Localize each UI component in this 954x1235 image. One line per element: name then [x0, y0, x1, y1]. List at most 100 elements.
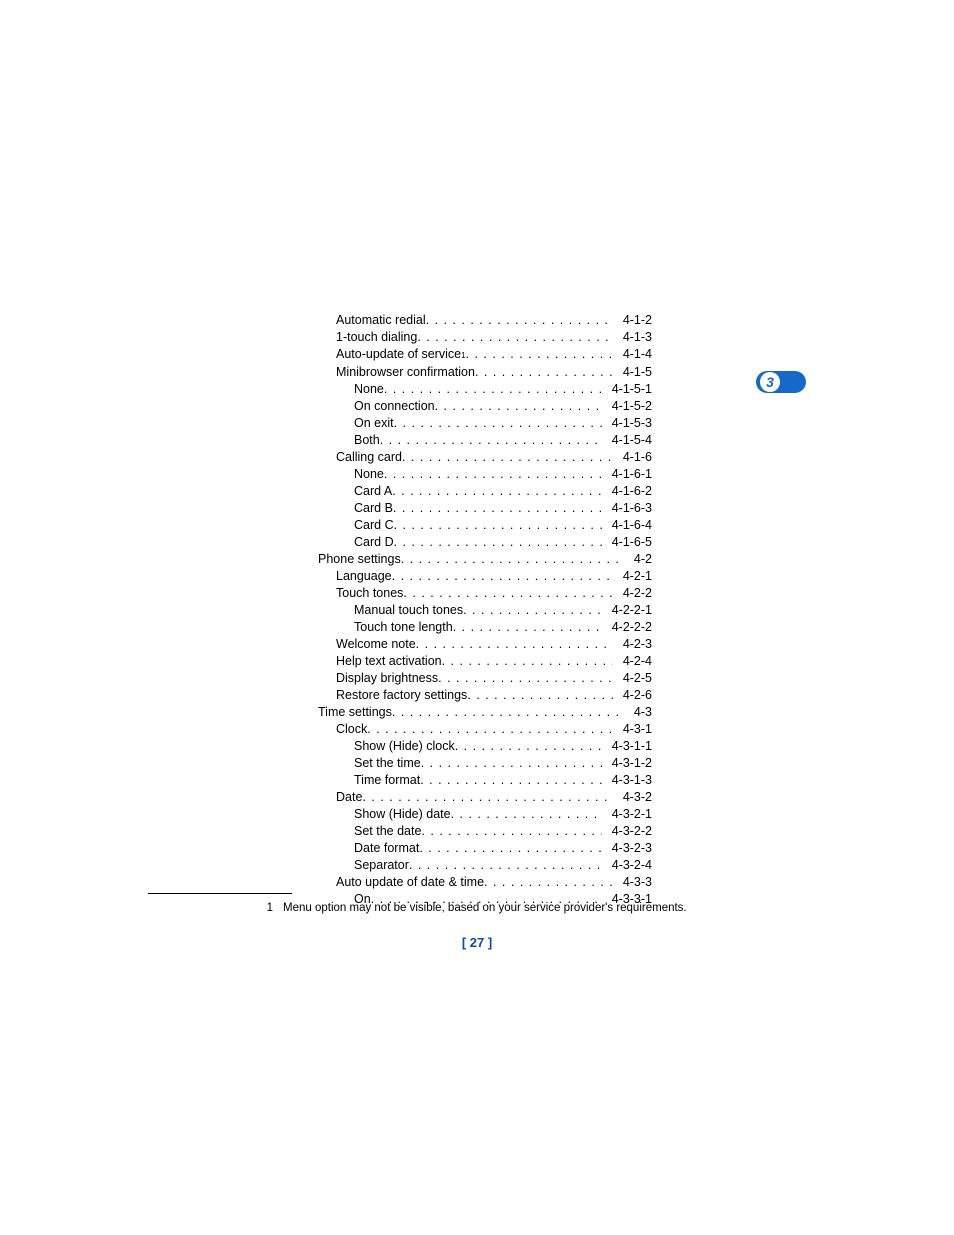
toc-leader: [392, 568, 613, 585]
toc-row: Auto update of date & time 4-3-3: [300, 874, 652, 891]
toc-label: Touch tone length: [354, 619, 453, 636]
toc-leader: [403, 585, 612, 602]
toc: Automatic redial 4-1-2 1-touch dialing 4-1-…: [300, 312, 652, 908]
footnote-text: Menu option may not be visible, based on…: [283, 902, 687, 914]
toc-row: Help text activation 4-2-4: [300, 653, 652, 670]
section-tab-number: 3: [760, 372, 780, 392]
toc-label: Automatic redial: [336, 312, 426, 329]
toc-leader: [442, 653, 613, 670]
toc-row: Phone settings 4-2: [300, 551, 652, 568]
toc-row: Minibrowser confirmation 4-1-5: [300, 364, 652, 381]
toc-number: 4-3-1-1: [602, 738, 652, 755]
toc-leader: [453, 619, 602, 636]
toc-leader: [463, 602, 602, 619]
toc-row: Touch tones4-2-2: [300, 585, 652, 602]
toc-label: Card B: [354, 500, 393, 517]
toc-leader: [466, 346, 613, 363]
toc-row: Welcome note4-2-3: [300, 636, 652, 653]
toc-leader: [484, 874, 613, 891]
toc-number: 4-2-4: [613, 653, 652, 670]
toc-row: Auto-update of service14-1-4: [300, 346, 652, 364]
toc-leader: [393, 500, 602, 517]
toc-number: 4-3-2: [613, 789, 652, 806]
toc-row: Date format4-3-2-3: [300, 840, 652, 857]
toc-number: 4-1-5-2: [602, 398, 652, 415]
toc-label: Phone settings: [318, 551, 401, 568]
toc-leader: [401, 551, 624, 568]
toc-row: Clock4-3-1: [300, 721, 652, 738]
toc-label: Time settings: [318, 704, 392, 721]
toc-leader: [421, 823, 601, 840]
toc-label: Calling card: [336, 449, 402, 466]
toc-number: 4-2: [624, 551, 652, 568]
toc-row: Set the time 4-3-1-2: [300, 755, 652, 772]
toc-number: 4-2-2-1: [602, 602, 652, 619]
toc-label: On connection: [354, 398, 435, 415]
toc-number: 4-3-3: [613, 874, 652, 891]
toc-label: Both: [354, 432, 380, 449]
toc-label: Language: [336, 568, 392, 585]
toc-row: Display brightness4-2-5: [300, 670, 652, 687]
toc-label: Minibrowser confirmation: [336, 364, 475, 381]
toc-leader: [384, 466, 602, 483]
toc-label: Manual touch tones: [354, 602, 463, 619]
toc-row: Separator 4-3-2-4: [300, 857, 652, 874]
toc-row: Date4-3-2: [300, 789, 652, 806]
footnote: 1Menu option may not be visible, based o…: [148, 902, 687, 914]
toc-number: 4-2-6: [613, 687, 652, 704]
toc-label: Set the time: [354, 755, 421, 772]
toc-leader: [475, 364, 613, 381]
toc-row: Card C4-1-6-4: [300, 517, 652, 534]
toc-leader: [455, 738, 602, 755]
toc-row: Both 4-1-5-4: [300, 432, 652, 449]
toc-leader: [380, 432, 602, 449]
toc-row: Calling card4-1-6: [300, 449, 652, 466]
toc-number: 4-1-3: [613, 329, 652, 346]
toc-label: Restore factory settings: [336, 687, 467, 704]
toc-label: Card D: [354, 534, 394, 551]
toc-number: 4-3-2-1: [602, 806, 652, 823]
toc-number: 4-1-2: [613, 312, 652, 329]
toc-leader: [394, 415, 602, 432]
toc-leader: [417, 329, 613, 346]
toc-number: 4-1-6-3: [602, 500, 652, 517]
toc-row: Time format4-3-1-3: [300, 772, 652, 789]
toc-row: 1-touch dialing 4-1-3: [300, 329, 652, 346]
toc-label: Date format: [354, 840, 419, 857]
toc-number: 4-3-2-2: [602, 823, 652, 840]
toc-leader: [392, 483, 601, 500]
toc-leader: [367, 721, 613, 738]
toc-number: 4-3-1-3: [602, 772, 652, 789]
toc-number: 4-1-4: [613, 346, 652, 363]
toc-number: 4-2-2-2: [602, 619, 652, 636]
toc-number: 4-1-5-4: [602, 432, 652, 449]
toc-leader: [451, 806, 602, 823]
toc-label: On exit: [354, 415, 394, 432]
toc-label: Separator: [354, 857, 409, 874]
toc-number: 4-1-5: [613, 364, 652, 381]
toc-leader: [435, 398, 602, 415]
toc-label: Help text activation: [336, 653, 442, 670]
toc-number: 4-3-1-2: [602, 755, 652, 772]
toc-number: 4-2-1: [613, 568, 652, 585]
toc-row: Touch tone length 4-2-2-2: [300, 619, 652, 636]
toc-number: 4-1-6-2: [602, 483, 652, 500]
toc-leader: [384, 381, 602, 398]
section-tab: 3: [756, 371, 806, 393]
toc-leader: [426, 312, 613, 329]
toc-leader: [416, 636, 613, 653]
toc-leader: [409, 857, 602, 874]
toc-label: Welcome note: [336, 636, 416, 653]
toc-row: None4-1-5-1: [300, 381, 652, 398]
toc-leader: [419, 840, 601, 857]
toc-label: Auto-update of service: [336, 346, 461, 363]
toc-number: 4-2-2: [613, 585, 652, 602]
toc-row: Restore factory settings 4-2-6: [300, 687, 652, 704]
toc-label: None: [354, 466, 384, 483]
toc-label: Auto update of date & time: [336, 874, 484, 891]
toc-row: Card B 4-1-6-3: [300, 500, 652, 517]
toc-number: 4-3-2-4: [602, 857, 652, 874]
toc-label: Card A: [354, 483, 392, 500]
toc-label: 1-touch dialing: [336, 329, 417, 346]
toc-number: 4-1-6-5: [602, 534, 652, 551]
